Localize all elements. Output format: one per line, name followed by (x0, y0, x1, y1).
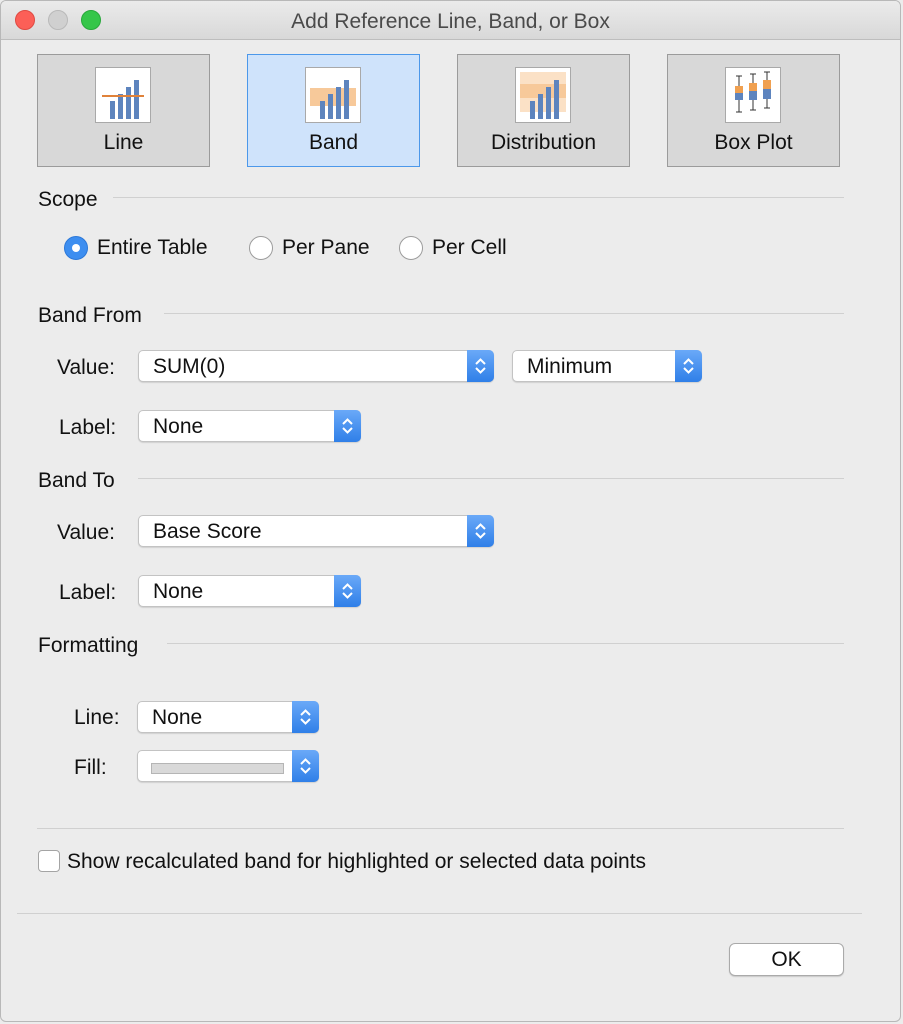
recalc-band-checkbox[interactable] (38, 850, 60, 872)
band-from-label-label: Label: (59, 416, 117, 439)
band-to-divider (138, 478, 844, 479)
scope-entire-table-radio[interactable] (64, 236, 88, 260)
band-chart-icon (305, 67, 361, 123)
distribution-chart-icon (515, 67, 571, 123)
fill-format-select[interactable] (137, 750, 319, 782)
band-to-value-select[interactable]: Base Score (138, 515, 494, 547)
options-divider (37, 828, 844, 829)
title-bar: Add Reference Line, Band, or Box (1, 1, 900, 40)
band-to-label-label: Label: (59, 581, 117, 604)
band-from-value-select[interactable]: SUM(0) (138, 350, 494, 382)
band-from-label-select[interactable]: None (138, 410, 361, 442)
band-from-value-label: Value: (57, 356, 115, 379)
band-from-aggregation-select[interactable]: Minimum (512, 350, 702, 382)
ok-button[interactable]: OK (729, 943, 844, 976)
line-type-button[interactable]: Line (37, 54, 210, 167)
line-format-label: Line: (74, 706, 120, 729)
line-chart-icon (95, 67, 151, 123)
band-from-divider (164, 313, 844, 314)
line-format-text: None (152, 706, 203, 729)
scope-divider (113, 197, 844, 198)
band-to-value-text: Base Score (153, 520, 262, 543)
scope-per-cell-radio[interactable] (399, 236, 423, 260)
chevron-updown-icon (334, 575, 361, 607)
band-from-heading: Band From (38, 304, 142, 327)
band-to-label-select[interactable]: None (138, 575, 361, 607)
scope-heading: Scope (38, 188, 98, 211)
formatting-divider (167, 643, 844, 644)
chevron-updown-icon (334, 410, 361, 442)
scope-per-pane-radio[interactable] (249, 236, 273, 260)
line-type-label: Line (103, 131, 144, 154)
chevron-updown-icon (292, 701, 319, 733)
window-title: Add Reference Line, Band, or Box (291, 10, 610, 33)
distribution-type-button[interactable]: Distribution (457, 54, 630, 167)
box-plot-type-label: Box Plot (714, 131, 793, 154)
scope-per-pane-label: Per Pane (282, 236, 370, 259)
chevron-updown-icon (292, 750, 319, 782)
chevron-updown-icon (467, 350, 494, 382)
band-from-aggregation-text: Minimum (527, 355, 613, 378)
formatting-heading: Formatting (38, 634, 139, 657)
chevron-updown-icon (675, 350, 702, 382)
box-plot-type-button[interactable]: Box Plot (667, 54, 840, 167)
chevron-updown-icon (467, 515, 494, 547)
footer-divider (17, 913, 862, 914)
fill-color-swatch (151, 763, 284, 774)
box-plot-icon (725, 67, 781, 123)
scope-entire-table-label: Entire Table (97, 236, 208, 259)
band-to-value-label: Value: (57, 521, 115, 544)
line-format-select[interactable]: None (137, 701, 319, 733)
distribution-type-label: Distribution (490, 131, 597, 154)
band-to-label-text: None (153, 580, 204, 603)
scope-per-cell-label: Per Cell (432, 236, 507, 259)
band-type-label: Band (308, 131, 359, 154)
band-to-heading: Band To (38, 469, 115, 492)
recalc-band-label: Show recalculated band for highlighted o… (67, 850, 647, 873)
band-type-button[interactable]: Band (247, 54, 420, 167)
fill-format-label: Fill: (74, 756, 107, 779)
dialog-window: Add Reference Line, Band, or Box Line Ba… (0, 0, 901, 1022)
band-from-value-text: SUM(0) (153, 355, 226, 378)
band-from-label-text: None (153, 415, 204, 438)
